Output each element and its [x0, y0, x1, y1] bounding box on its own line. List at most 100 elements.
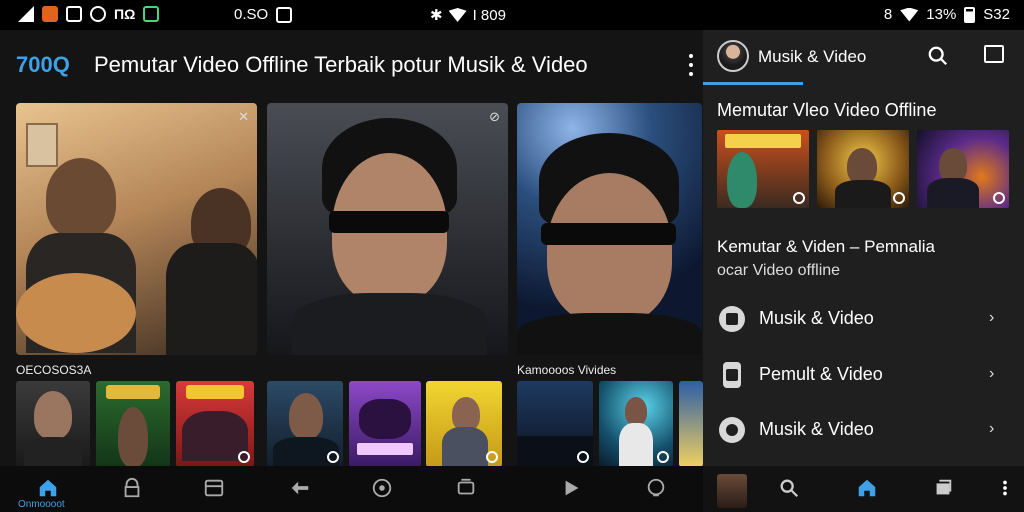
video-thumbnail[interactable] — [917, 130, 1009, 208]
play-badge-icon — [793, 192, 805, 204]
status-bar: ΠΩ 0.SO ✱ I 809 8 13% S32 — [0, 0, 1024, 30]
person-body — [927, 178, 979, 208]
lock-icon[interactable] — [120, 476, 144, 500]
video-thumbnail[interactable] — [679, 381, 703, 467]
side-description: Kemutar & Viden – Pemnalia ocar Video of… — [717, 235, 997, 283]
playlist-icon[interactable] — [454, 476, 478, 500]
menu-item-musik-video-2[interactable]: Musik & Video › — [703, 404, 1024, 458]
video-thumbnail[interactable] — [176, 381, 254, 467]
main-panel: 700Q Pemutar Video Offline Terbaik potur… — [0, 30, 703, 467]
search-icon[interactable] — [777, 476, 801, 500]
home-tab-label: Onmoooot — [18, 499, 65, 510]
wall-frame — [26, 123, 58, 167]
person-face — [847, 148, 877, 184]
menu-item-label: Musik & Video — [759, 308, 874, 328]
video-thumbnail[interactable] — [16, 381, 90, 467]
featured-video-card[interactable]: ⊘ — [267, 103, 508, 355]
video-thumbnail[interactable] — [96, 381, 170, 467]
home-icon[interactable] — [36, 476, 60, 500]
side-description-title: Kemutar & Viden – Pemnalia — [717, 237, 935, 256]
cast-icon[interactable] — [984, 45, 1004, 63]
play-badge-icon — [327, 451, 339, 463]
profile-icon[interactable] — [644, 476, 668, 500]
menu-item-label: Musik & Video — [759, 419, 874, 439]
video-thumbnail[interactable] — [817, 130, 909, 208]
close-icon[interactable]: ✕ — [238, 109, 249, 125]
status-icons-left: ΠΩ — [18, 6, 160, 22]
page-title: Pemutar Video Offline Terbaik potur Musi… — [94, 52, 588, 77]
chevron-right-icon: › — [989, 365, 995, 382]
bottom-navigation: Onmoooot — [0, 466, 703, 512]
side-heading: Memutar Vleo Video Offline — [717, 100, 937, 120]
wifi-icon — [900, 7, 919, 22]
featured-video-card[interactable] — [517, 103, 702, 355]
poster-title-art — [186, 385, 244, 399]
person-face — [547, 173, 672, 323]
play-icon[interactable] — [560, 476, 584, 500]
menu-item-pemult-video[interactable]: Pemult & Video › — [703, 349, 1024, 403]
avatar[interactable] — [717, 40, 749, 72]
battery-icon — [964, 6, 976, 23]
image-icon — [66, 6, 82, 22]
video-thumbnail[interactable] — [426, 381, 502, 467]
person-face — [34, 391, 72, 439]
poster-title-art — [725, 134, 801, 148]
featured-video-card[interactable]: ✕ — [16, 103, 257, 355]
video-thumbnail[interactable] — [599, 381, 673, 467]
person-face — [625, 397, 647, 425]
disc-icon[interactable] — [370, 476, 394, 500]
video-thumbnail[interactable] — [349, 381, 421, 467]
person-face — [939, 148, 967, 182]
lock-icon — [723, 362, 741, 388]
status-center-text: I 809 — [472, 6, 506, 24]
person-figure — [727, 152, 757, 208]
section-label: OECOSOS3A — [16, 363, 92, 377]
link-icon[interactable]: ⊘ — [489, 109, 500, 125]
avatar[interactable] — [717, 474, 747, 508]
status-icons-right: 8 13% S32 — [884, 6, 1010, 23]
status-center: ✱ I 809 — [430, 6, 506, 25]
app-notification-icon — [42, 6, 58, 22]
side-bottom-navigation — [703, 466, 1024, 512]
person-body — [24, 437, 82, 467]
chevron-right-icon: › — [989, 309, 995, 326]
wifi-icon — [448, 8, 467, 22]
status-clock: S32 — [983, 6, 1010, 23]
person-body — [442, 427, 488, 467]
play-badge-icon — [993, 192, 1005, 204]
status-time-text: 0.SO — [234, 6, 269, 23]
sunglasses — [329, 211, 449, 233]
play-badge-icon — [486, 451, 498, 463]
home-icon[interactable] — [855, 476, 879, 500]
more-options-icon[interactable] — [993, 476, 1017, 500]
video-thumbnail[interactable] — [267, 381, 343, 467]
bluetooth-icon: ✱ — [430, 7, 443, 24]
link-icon: 8 — [883, 6, 893, 23]
sunglasses — [541, 223, 676, 245]
back-arrow-icon[interactable] — [288, 476, 312, 500]
search-icon[interactable] — [927, 45, 949, 72]
tablet-icon[interactable] — [202, 476, 226, 500]
status-time: 0.SO — [234, 6, 293, 23]
person-body — [517, 313, 702, 355]
side-header-title: Musik & Video — [758, 47, 867, 66]
library-icon[interactable] — [931, 476, 955, 500]
play-badge-icon — [238, 451, 250, 463]
side-panel: Musik & Video Memutar Vleo Video Offline… — [703, 30, 1024, 512]
video-thumbnail[interactable] — [717, 130, 809, 208]
play-badge-icon — [657, 451, 669, 463]
menu-item-musik-video[interactable]: Musik & Video › — [703, 293, 1024, 347]
person-body — [166, 243, 257, 355]
poster-title-art — [106, 385, 160, 399]
menu-item-label: Pemult & Video — [759, 364, 883, 384]
person-body — [619, 423, 653, 467]
more-options-icon[interactable] — [684, 54, 698, 76]
tab-indicator — [703, 82, 803, 85]
side-description-subtitle: ocar Video offline — [717, 262, 841, 279]
signal-icon — [18, 6, 34, 22]
app-logo[interactable]: 700Q — [16, 52, 70, 78]
video-thumbnail[interactable] — [517, 381, 593, 467]
person-body — [835, 180, 891, 208]
section-label: Kamoooos Vivides — [517, 363, 617, 377]
person-face — [452, 397, 480, 431]
